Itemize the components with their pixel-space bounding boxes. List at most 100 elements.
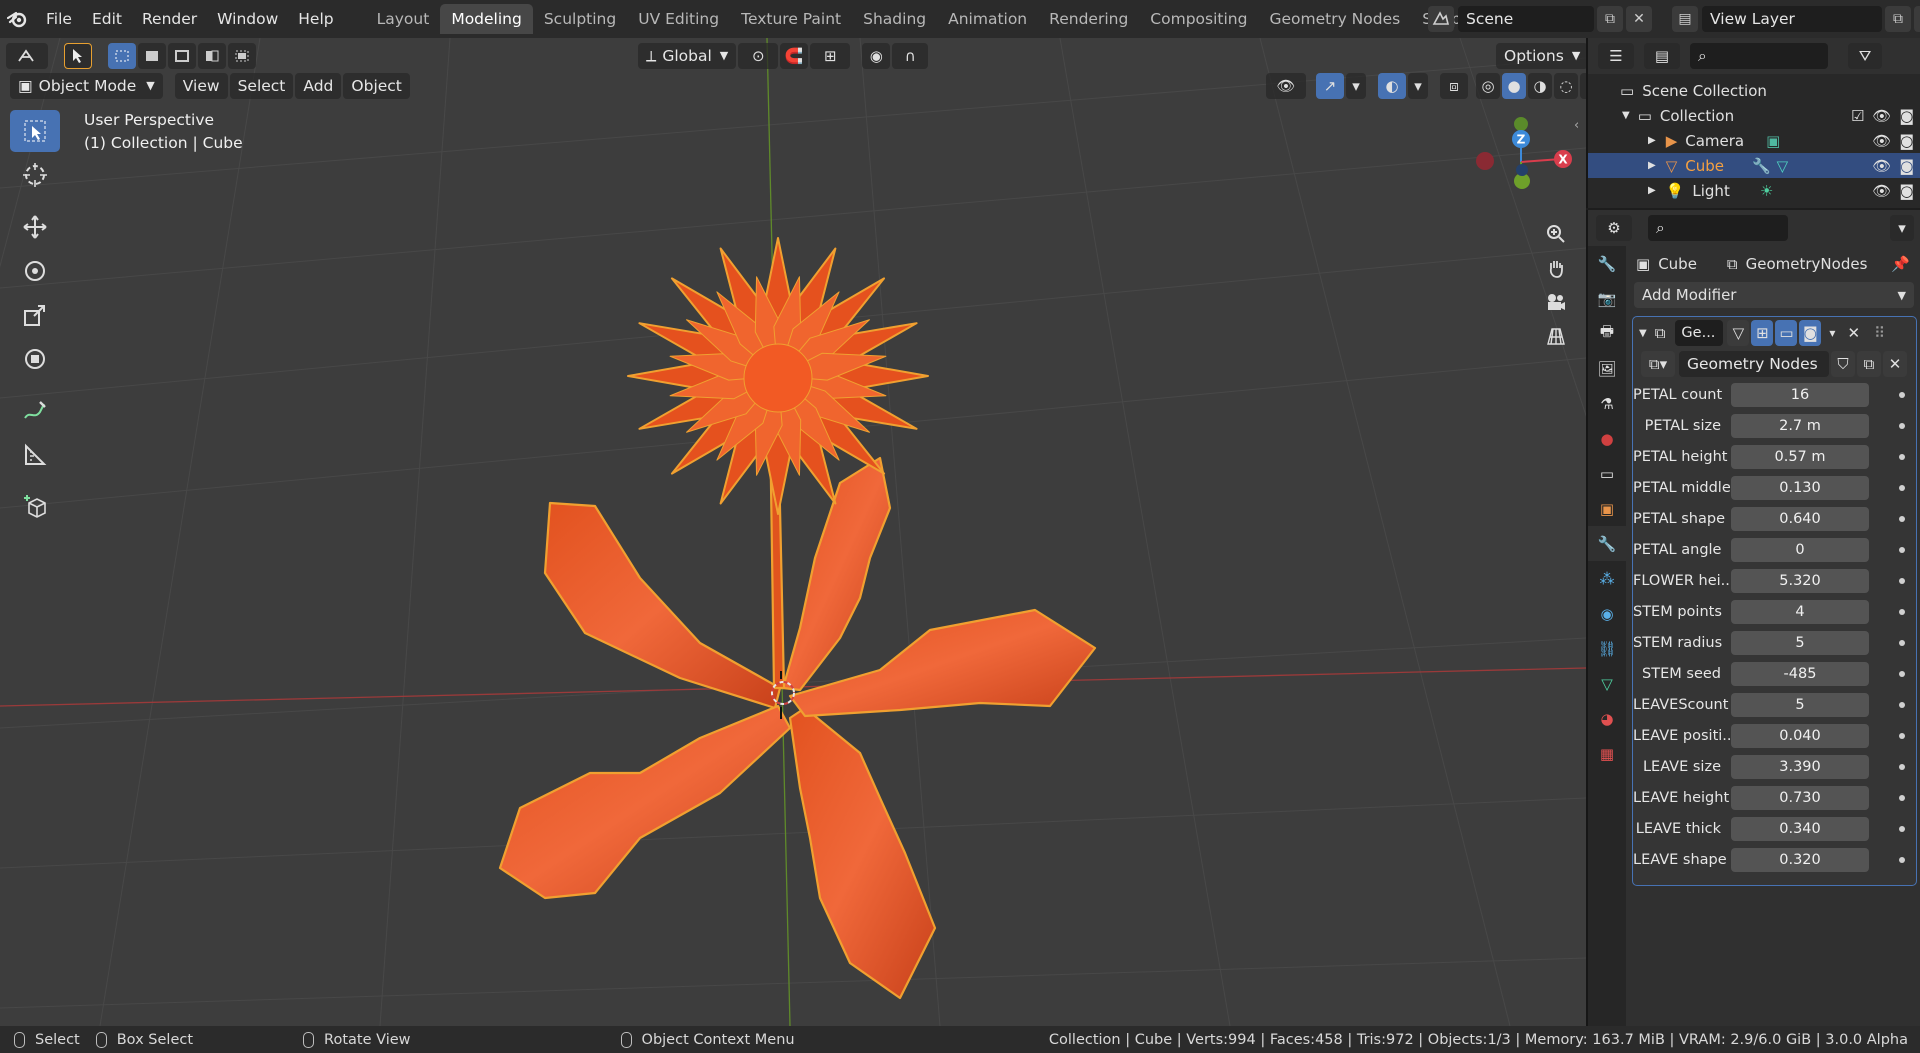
input-value-field[interactable]: 5: [1731, 630, 1869, 655]
input-value-field[interactable]: 0: [1731, 537, 1869, 562]
keyframe-dot-icon[interactable]: [1899, 794, 1905, 801]
modifier-name-field[interactable]: Ge...: [1675, 320, 1724, 346]
input-value-field[interactable]: 4: [1731, 599, 1869, 624]
camera-data-icon[interactable]: ▣: [1766, 132, 1780, 150]
mesh-data-icon[interactable]: ▽: [1777, 157, 1789, 175]
scene-name-field[interactable]: Scene: [1458, 6, 1594, 32]
fake-user-icon[interactable]: ⛉: [1831, 351, 1855, 377]
properties-options-icon[interactable]: ▾: [1890, 215, 1914, 241]
eye-icon[interactable]: 👁: [1872, 157, 1891, 175]
menu-window[interactable]: Window: [207, 6, 288, 32]
expand-right-icon[interactable]: ▶: [1648, 160, 1656, 171]
eye-icon[interactable]: 👁: [1872, 132, 1891, 150]
pin-icon[interactable]: 📌: [1891, 255, 1910, 273]
eye-icon[interactable]: 👁: [1872, 107, 1891, 125]
gizmo-toggle-icon[interactable]: ↗: [1316, 73, 1344, 99]
viewport-display-icon[interactable]: ▭: [1775, 320, 1798, 346]
tab-layout[interactable]: Layout: [366, 4, 441, 34]
modifier-wrench-icon[interactable]: 🔧: [1752, 157, 1771, 175]
cursor-tool-icon[interactable]: [10, 154, 60, 196]
outliner-item-cube[interactable]: ▶ ▽ Cube 🔧 ▽ 👁 ◙: [1588, 153, 1920, 178]
keyframe-dot-icon[interactable]: [1899, 391, 1905, 398]
new-view-layer-icon[interactable]: ⧉: [1885, 6, 1911, 32]
render-tab-icon[interactable]: 📷: [1588, 281, 1626, 316]
remove-modifier-icon[interactable]: ✕: [1847, 324, 1860, 342]
select-intersect-icon[interactable]: [228, 43, 256, 69]
light-data-icon[interactable]: ☀: [1760, 182, 1773, 200]
keyframe-dot-icon[interactable]: [1899, 577, 1905, 584]
keyframe-dot-icon[interactable]: [1899, 825, 1905, 832]
modifier-tab-icon[interactable]: 🔧: [1588, 526, 1626, 561]
input-value-field[interactable]: 0.57 m: [1731, 444, 1869, 469]
node-group-field[interactable]: Geometry Nodes: [1679, 351, 1829, 377]
output-tab-icon[interactable]: 🖶: [1588, 316, 1626, 351]
texture-tab-icon[interactable]: ▦: [1588, 736, 1626, 771]
menu-object[interactable]: Object: [343, 73, 410, 99]
material-tab-icon[interactable]: ◕: [1588, 701, 1626, 736]
render-camera-icon[interactable]: ◙: [1899, 107, 1914, 125]
tab-animation[interactable]: Animation: [937, 4, 1038, 34]
properties-search-input[interactable]: ⌕: [1648, 215, 1788, 241]
keyframe-dot-icon[interactable]: [1899, 515, 1905, 522]
edit-mode-toggle-icon[interactable]: ▽: [1727, 320, 1750, 346]
3d-viewport[interactable]: ⟂ Global ▼ ⊙ 🧲 ⊞ ◉ ∩ Options ▼ ▣ Object …: [0, 38, 1586, 1026]
tab-compositing[interactable]: Compositing: [1139, 4, 1258, 34]
display-mode-icon[interactable]: ▤: [1644, 43, 1680, 69]
particles-tab-icon[interactable]: ⁂: [1588, 561, 1626, 596]
menu-view[interactable]: View: [174, 73, 228, 99]
zoom-icon[interactable]: [1540, 218, 1572, 250]
expand-right-icon[interactable]: ▶: [1648, 135, 1656, 146]
proportional-falloff-icon[interactable]: ∩: [892, 43, 929, 69]
outliner-collection[interactable]: ▼ ▭ Collection ☑ 👁 ◙: [1588, 103, 1920, 128]
snap-toggle-icon[interactable]: 🧲: [780, 43, 809, 69]
keyframe-dot-icon[interactable]: [1899, 546, 1905, 553]
scale-tool-icon[interactable]: [10, 294, 60, 336]
delete-scene-icon[interactable]: ✕: [1626, 6, 1652, 32]
perspective-toggle-icon[interactable]: [1540, 320, 1572, 352]
menu-render[interactable]: Render: [132, 6, 207, 32]
select-subtract-icon[interactable]: [168, 43, 196, 69]
world-tab-icon[interactable]: ●: [1588, 421, 1626, 456]
input-value-field[interactable]: 5.320: [1731, 568, 1869, 593]
add-modifier-dropdown[interactable]: Add Modifier ▼: [1634, 282, 1914, 308]
material-shading-icon[interactable]: ◑: [1528, 73, 1552, 99]
snap-target-icon[interactable]: ⊞: [810, 43, 851, 69]
blender-logo-icon[interactable]: [0, 0, 36, 38]
overlay-toggle-icon[interactable]: ◐: [1378, 73, 1406, 99]
rendered-shading-icon[interactable]: ◌: [1554, 73, 1578, 99]
eye-icon[interactable]: 👁: [1872, 182, 1891, 200]
measure-tool-icon[interactable]: [10, 434, 60, 476]
tab-geometry-nodes[interactable]: Geometry Nodes: [1258, 4, 1411, 34]
unlink-node-group-icon[interactable]: ✕: [1883, 351, 1907, 377]
outliner-item-light[interactable]: ▶ 💡 Light ☀ 👁 ◙: [1588, 178, 1920, 203]
properties-editor-type-icon[interactable]: ⚙: [1596, 215, 1632, 241]
cage-toggle-icon[interactable]: ⊞: [1751, 320, 1774, 346]
scene-tab-icon[interactable]: ⚗: [1588, 386, 1626, 421]
filter-icon[interactable]: ⛛: [1848, 43, 1882, 69]
input-value-field[interactable]: 0.320: [1731, 847, 1869, 872]
drag-handle-icon[interactable]: ⠿: [1874, 324, 1885, 342]
input-value-field[interactable]: 0.340: [1731, 816, 1869, 841]
xray-toggle-icon[interactable]: ⧈: [1440, 73, 1468, 99]
expand-down-icon[interactable]: ▼: [1622, 110, 1630, 121]
select-box-tool-icon[interactable]: [10, 110, 60, 152]
input-value-field[interactable]: 0.040: [1731, 723, 1869, 748]
keyframe-dot-icon[interactable]: [1899, 732, 1905, 739]
tool-tab-icon[interactable]: 🔧: [1588, 246, 1626, 281]
scene-browse-icon[interactable]: [1428, 6, 1454, 32]
view-layer-browse-icon[interactable]: ▤: [1672, 6, 1698, 32]
view-layer-field[interactable]: View Layer: [1702, 6, 1882, 32]
duplicate-node-group-icon[interactable]: ⧉: [1857, 351, 1881, 377]
rotate-tool-icon[interactable]: [10, 250, 60, 292]
flower-model[interactable]: [498, 416, 1097, 1000]
render-display-icon[interactable]: ◙: [1799, 320, 1822, 346]
solid-shading-icon[interactable]: ●: [1502, 73, 1526, 99]
select-new-icon[interactable]: [108, 43, 136, 69]
keyframe-dot-icon[interactable]: [1899, 670, 1905, 677]
view-layer-tab-icon[interactable]: 🖼: [1588, 351, 1626, 386]
tab-shading[interactable]: Shading: [852, 4, 937, 34]
input-value-field[interactable]: -485: [1731, 661, 1869, 686]
tab-rendering[interactable]: Rendering: [1038, 4, 1139, 34]
keyframe-dot-icon[interactable]: [1899, 639, 1905, 646]
modifier-menu-icon[interactable]: ▾: [1829, 326, 1835, 340]
